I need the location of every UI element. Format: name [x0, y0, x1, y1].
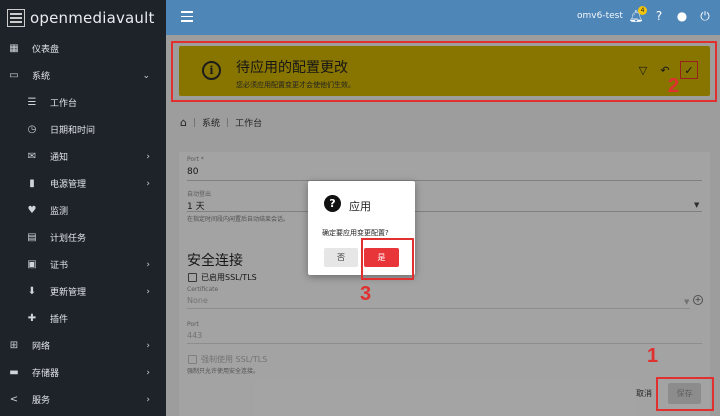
chevron-right-icon: ›	[146, 394, 150, 405]
annotation-step-3: 3	[360, 283, 372, 305]
question-icon: ?	[324, 195, 341, 212]
annotation-step-2: 2	[668, 75, 680, 97]
sidebar-item-label: 仪表盘	[32, 45, 60, 55]
sidebar: openmediavault ▦ 仪表盘 ▭ 系统 ⌄ ☰ 工作台 ◷ 日期和时…	[0, 0, 166, 416]
heartbeat-icon: ♥	[27, 205, 37, 216]
dashboard-icon: ▦	[9, 43, 19, 54]
dialog-message: 确定要应用变更配置?	[322, 229, 389, 237]
sidebar-item-label: 更新管理	[50, 288, 87, 298]
sidebar-item-label: 计划任务	[50, 234, 87, 244]
sidebar-item-monitoring[interactable]: ♥ 监测	[0, 197, 166, 224]
sidebar-item-system[interactable]: ▭ 系统 ⌄	[0, 62, 166, 89]
sidebar-item-storage[interactable]: ▬ 存储器 ›	[0, 359, 166, 386]
sidebar-item-update-management[interactable]: ⬇ 更新管理 ›	[0, 278, 166, 305]
help-icon[interactable]: ?	[652, 8, 666, 24]
notification-badge: 4	[638, 6, 647, 15]
sidebar-item-label: 通知	[50, 153, 69, 163]
top-bar: omv6-test 🔔︎ 4 ? ● ⏻	[166, 0, 720, 35]
sidebar-item-datetime[interactable]: ◷ 日期和时间	[0, 116, 166, 143]
hostname: omv6-test	[577, 11, 623, 21]
sidebar-item-certificates[interactable]: ▣ 证书 ›	[0, 251, 166, 278]
notification-bell-icon[interactable]: 🔔︎ 4	[628, 6, 647, 24]
sidebar-item-label: 工作台	[50, 99, 78, 109]
network-icon: ⊞	[9, 340, 19, 351]
calendar-icon: ▤	[27, 232, 37, 243]
sidebar-item-label: 日期和时间	[50, 126, 96, 136]
sidebar-item-notification[interactable]: ✉ 通知 ›	[0, 143, 166, 170]
sliders-icon: ☰	[27, 97, 37, 108]
sidebar-item-label: 证书	[50, 261, 69, 271]
sidebar-item-label: 系统	[32, 72, 51, 82]
laptop-icon: ▭	[9, 70, 19, 81]
logo-icon	[7, 8, 25, 27]
power-icon: ▮	[29, 178, 35, 189]
mail-icon: ✉	[27, 151, 37, 162]
chevron-right-icon: ›	[146, 340, 150, 351]
hamburger-menu-icon[interactable]	[181, 11, 193, 22]
chevron-right-icon: ›	[146, 151, 150, 162]
chevron-right-icon: ›	[146, 259, 150, 270]
sidebar-item-scheduled-tasks[interactable]: ▤ 计划任务	[0, 224, 166, 251]
puzzle-icon: ✚	[27, 313, 37, 324]
clock-icon: ◷	[27, 124, 37, 135]
sidebar-item-services[interactable]: < 服务 ›	[0, 386, 166, 413]
sidebar-item-power[interactable]: ▮ 电源管理 ›	[0, 170, 166, 197]
chevron-right-icon: ›	[146, 286, 150, 297]
sidebar-item-label: 网络	[32, 342, 51, 352]
sidebar-item-workbench[interactable]: ☰ 工作台	[0, 89, 166, 116]
sidebar-item-dashboard[interactable]: ▦ 仪表盘	[0, 35, 166, 62]
chevron-down-icon: ⌄	[142, 70, 150, 81]
annotation-box-banner	[171, 41, 717, 102]
dialog-title: 应用	[349, 200, 371, 213]
sidebar-item-plugins[interactable]: ✚ 插件	[0, 305, 166, 332]
sidebar-item-label: 电源管理	[50, 180, 87, 190]
annotation-box-save	[656, 377, 714, 411]
sidebar-item-label: 监测	[50, 207, 69, 217]
sidebar-item-label: 插件	[50, 315, 69, 325]
app-title: openmediavault	[30, 8, 155, 27]
certificate-icon: ▣	[27, 259, 37, 270]
sidebar-item-label: 服务	[32, 396, 51, 406]
storage-icon: ▬	[9, 367, 19, 378]
sidebar-item-network[interactable]: ⊞ 网络 ›	[0, 332, 166, 359]
annotation-step-1: 1	[647, 345, 659, 367]
sidebar-item-label: 存储器	[32, 369, 60, 379]
share-icon: <	[9, 394, 19, 405]
annotation-box-yes	[361, 238, 414, 280]
download-icon: ⬇	[27, 286, 37, 297]
app-logo: openmediavault	[0, 0, 166, 35]
chevron-right-icon: ›	[146, 178, 150, 189]
power-menu-icon[interactable]: ⏻	[698, 8, 712, 24]
chevron-right-icon: ›	[146, 367, 150, 378]
user-icon[interactable]: ●	[675, 8, 689, 24]
dialog-no-button[interactable]: 否	[324, 248, 358, 267]
